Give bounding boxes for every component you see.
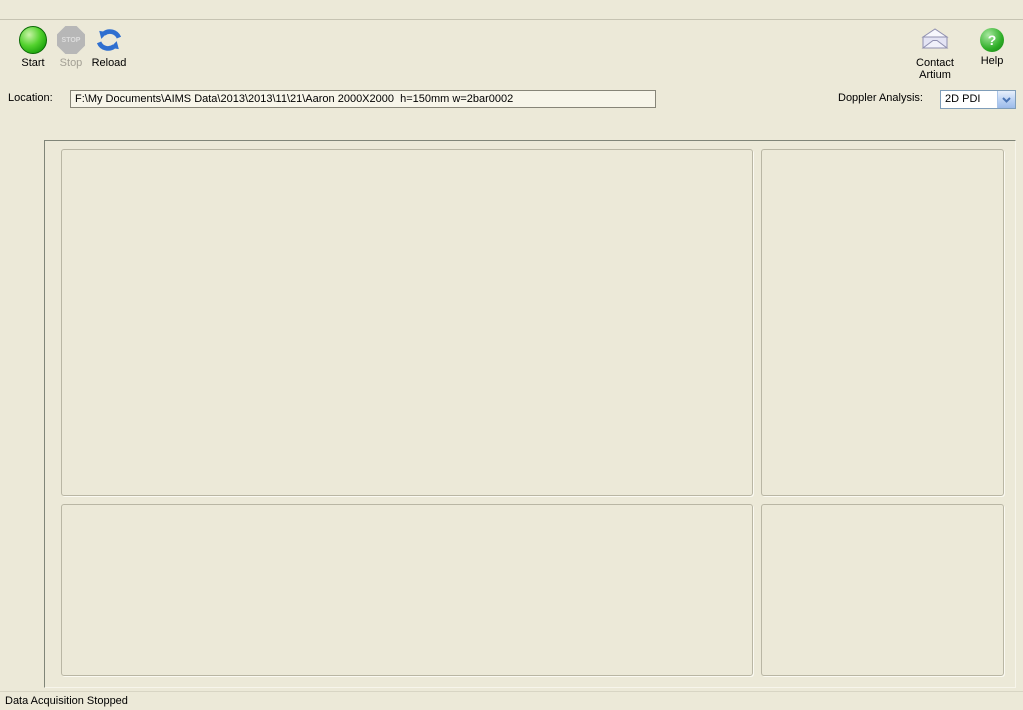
tab-content: [44, 140, 1016, 688]
status-text: Data Acquisition Stopped: [5, 695, 128, 707]
location-row: Location: Doppler Analysis: 2D PDI: [0, 88, 1023, 110]
doppler-analysis-label: Doppler Analysis:: [838, 92, 923, 104]
velocity-histogram-panel: [61, 504, 753, 676]
main-panel: [44, 118, 1016, 688]
pvc-diameter-histogram: [62, 150, 754, 497]
envelope-icon: [920, 26, 950, 54]
start-icon: [19, 26, 47, 54]
toolbar: Start STOP Stop Reload: [0, 20, 1023, 84]
menu-bar: [0, 0, 1023, 20]
velocity-stats-panel: [761, 504, 1004, 676]
doppler-analysis-value: 2D PDI: [945, 93, 980, 105]
tab-bar: [44, 118, 1016, 140]
reload-icon: [95, 26, 123, 54]
chevron-down-icon[interactable]: [997, 91, 1015, 108]
stop-icon: STOP: [57, 26, 85, 54]
location-input[interactable]: [70, 90, 656, 108]
doppler-analysis-select[interactable]: 2D PDI: [940, 90, 1016, 109]
contact-artium-button[interactable]: Contact Artium: [900, 24, 970, 81]
reload-label: Reload: [82, 57, 136, 69]
diameter-stats-panel: [761, 149, 1004, 496]
contact-artium-label: Contact Artium: [900, 57, 970, 81]
help-icon: ?: [980, 28, 1004, 52]
location-label: Location:: [8, 92, 53, 104]
pvc-diameter-histogram-panel: [61, 149, 753, 496]
app-window: Start STOP Stop Reload: [0, 0, 1023, 710]
reload-button[interactable]: Reload: [82, 24, 136, 69]
help-button[interactable]: ? Help: [968, 24, 1016, 67]
help-label: Help: [968, 55, 1016, 67]
sidebar: [0, 116, 44, 688]
status-bar: Data Acquisition Stopped: [0, 691, 1023, 710]
velocity-histogram: [62, 505, 754, 677]
